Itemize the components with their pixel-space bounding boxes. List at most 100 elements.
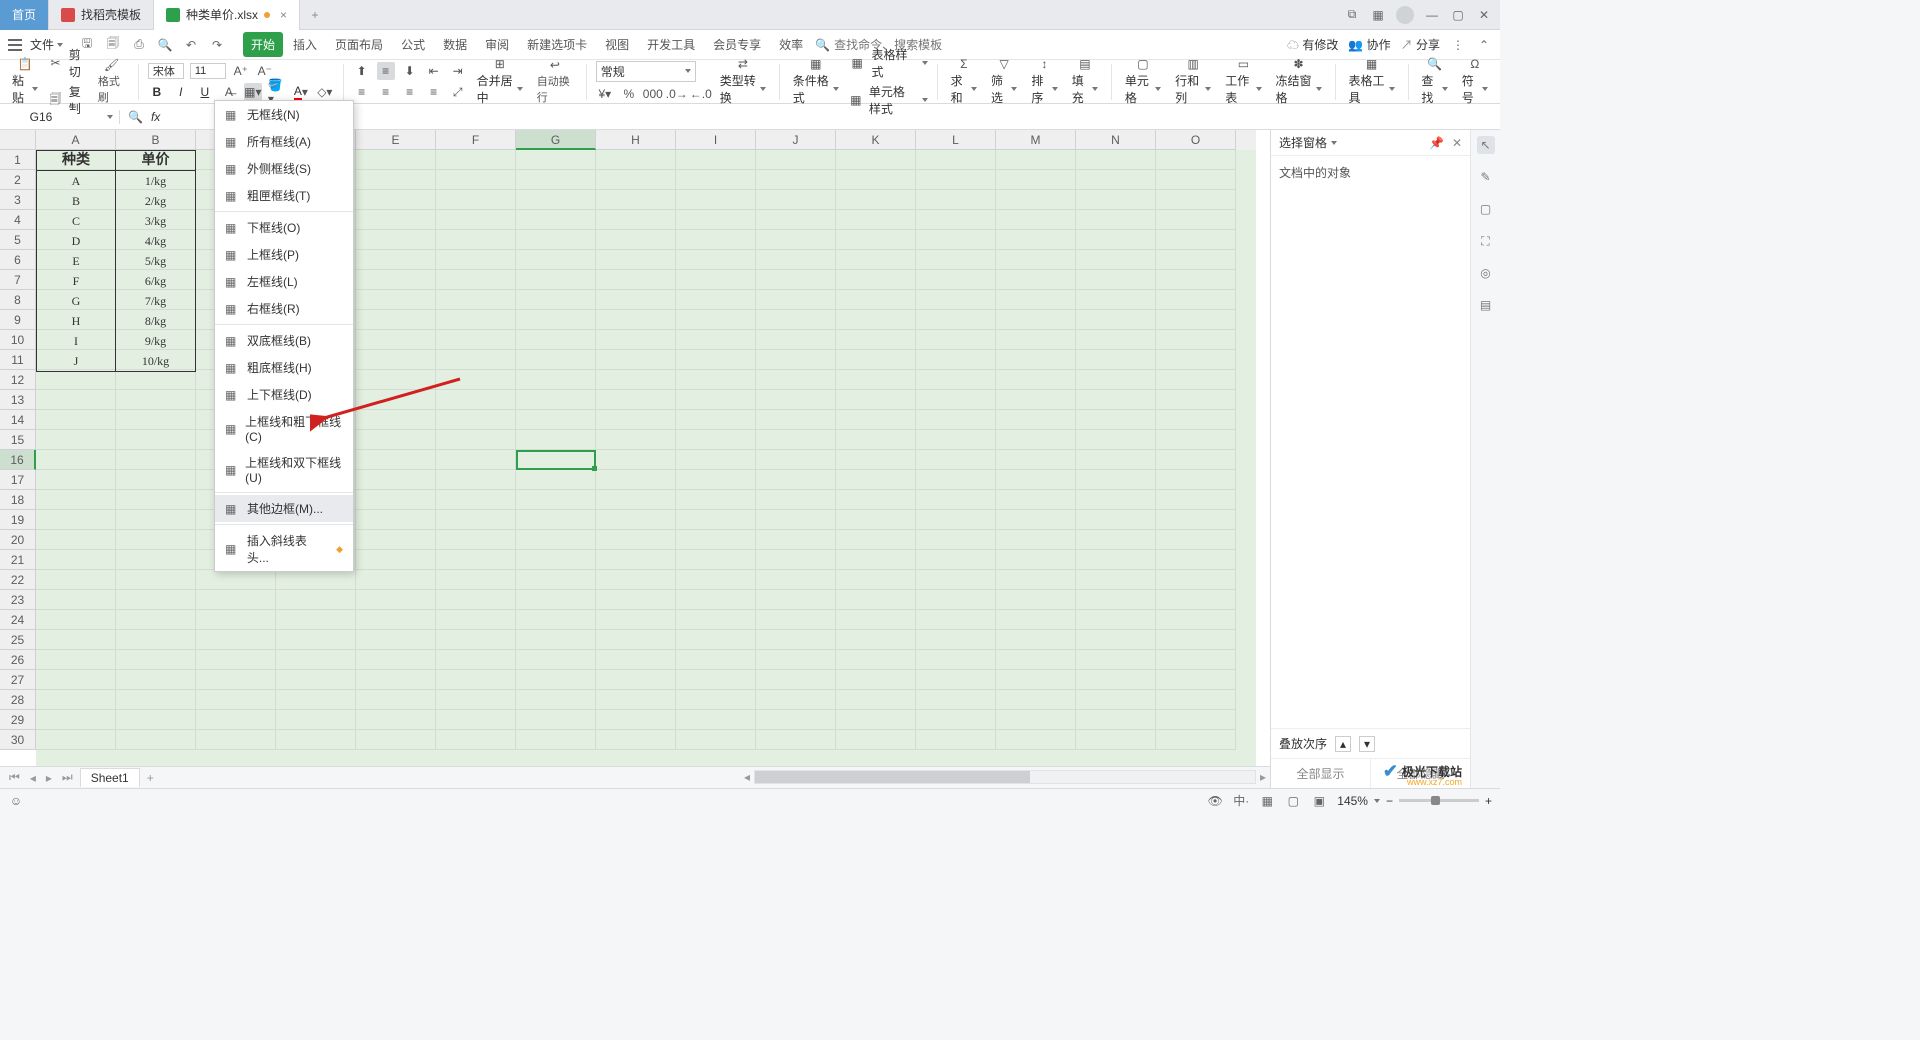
zoom-out-icon[interactable]: −	[1386, 794, 1393, 808]
align-mid-icon[interactable]: ≡	[377, 62, 395, 80]
tabletools-button[interactable]: ▦表格工具	[1344, 62, 1398, 101]
tab-dev[interactable]: 开发工具	[639, 32, 703, 57]
row-header-26[interactable]: 26	[0, 650, 36, 670]
border-option[interactable]: ▦外侧框线(S)	[215, 155, 353, 182]
sum-button[interactable]: Σ求和	[947, 62, 981, 101]
row-header-3[interactable]: 3	[0, 190, 36, 210]
col-header-K[interactable]: K	[836, 130, 916, 150]
row-header-30[interactable]: 30	[0, 730, 36, 750]
copy-icon[interactable]: 🗐	[48, 91, 62, 109]
row-header-14[interactable]: 14	[0, 410, 36, 430]
hscroll[interactable]: ◂▸	[740, 766, 1270, 788]
row-header-27[interactable]: 27	[0, 670, 36, 690]
row-header-11[interactable]: 11	[0, 350, 36, 370]
new-tab-button[interactable]: +	[300, 8, 330, 22]
cellstyle-label[interactable]: 单元格样式	[869, 83, 916, 117]
avatar-icon[interactable]	[1396, 6, 1414, 24]
undo-icon[interactable]: ↶	[183, 37, 199, 53]
border-dropdown[interactable]: ▦无框线(N)▦所有框线(A)▦外侧框线(S)▦粗匣框线(T)▦下框线(O)▦上…	[214, 100, 354, 572]
cut-icon[interactable]: ✂	[48, 54, 62, 72]
row-header-22[interactable]: 22	[0, 570, 36, 590]
typeconv-button[interactable]: ⇄类型转换	[716, 62, 770, 101]
sort-button[interactable]: ↕排序	[1027, 62, 1061, 101]
cellstyle-icon[interactable]: ▦	[849, 91, 863, 109]
border-option[interactable]: ▦左框线(L)	[215, 268, 353, 295]
row-header-20[interactable]: 20	[0, 530, 36, 550]
fillcolor-icon[interactable]: 🪣▾	[268, 83, 286, 101]
align-left-icon[interactable]: ≡	[353, 83, 371, 101]
more-icon[interactable]: ⋮	[1450, 37, 1466, 53]
tab-insert[interactable]: 插入	[285, 32, 325, 57]
tablestyle-icon[interactable]: ▦	[849, 54, 866, 72]
zoom-value[interactable]: 145%	[1337, 794, 1368, 808]
col-header-G[interactable]: G	[516, 130, 596, 150]
row-header-18[interactable]: 18	[0, 490, 36, 510]
cloud-changes[interactable]: ☁ 有修改	[1287, 36, 1338, 53]
order-down-icon[interactable]: ▾	[1359, 736, 1375, 752]
symbol-button[interactable]: Ω符号	[1458, 62, 1492, 101]
view1-icon[interactable]: ▦	[1259, 793, 1275, 809]
strike-icon[interactable]: A̶	[220, 83, 238, 101]
book-icon[interactable]: ▤	[1477, 296, 1495, 314]
col-header-O[interactable]: O	[1156, 130, 1236, 150]
row-header-9[interactable]: 9	[0, 310, 36, 330]
fx-icon[interactable]: fx	[151, 110, 160, 124]
italic-icon[interactable]: I	[172, 83, 190, 101]
font-name[interactable]	[148, 63, 184, 79]
tab-start[interactable]: 开始	[243, 32, 283, 57]
orientation-icon[interactable]: ⤢	[449, 83, 467, 101]
underline-icon[interactable]: U	[196, 83, 214, 101]
zoom-fn-icon[interactable]: 🔍	[128, 110, 143, 124]
row-header-8[interactable]: 8	[0, 290, 36, 310]
comma-icon[interactable]: 000	[644, 85, 662, 103]
close-window-icon[interactable]: ✕	[1476, 7, 1492, 23]
view3-icon[interactable]: ▣	[1311, 793, 1327, 809]
row-header-28[interactable]: 28	[0, 690, 36, 710]
target-icon[interactable]: ◎	[1477, 264, 1495, 282]
rowcol-button[interactable]: ▥行和列	[1171, 62, 1215, 101]
sheet-prev-icon[interactable]: ◂	[27, 771, 39, 785]
condf-button[interactable]: ▦条件格式	[789, 62, 843, 101]
save-as-icon[interactable]: 🗐	[105, 37, 121, 53]
tab-layout[interactable]: 页面布局	[327, 32, 391, 57]
print-icon[interactable]: ⎙	[131, 37, 147, 53]
sheet[interactable]: ABCDEFGHIJKLMNO 123456789101112131415161…	[0, 130, 1270, 788]
layout-icon[interactable]: ⧉	[1344, 7, 1360, 23]
col-header-A[interactable]: A	[36, 130, 116, 150]
row-header-12[interactable]: 12	[0, 370, 36, 390]
border-option[interactable]: ▦无框线(N)	[215, 101, 353, 128]
sheet-button[interactable]: ▭工作表	[1221, 62, 1265, 101]
row-header-13[interactable]: 13	[0, 390, 36, 410]
row-headers[interactable]: 1234567891011121314151617181920212223242…	[0, 150, 36, 750]
col-header-J[interactable]: J	[756, 130, 836, 150]
tab-view[interactable]: 视图	[597, 32, 637, 57]
name-box[interactable]	[0, 110, 120, 124]
font-size[interactable]	[190, 63, 226, 79]
dec-inc-icon[interactable]: .0→	[668, 85, 686, 103]
row-header-5[interactable]: 5	[0, 230, 36, 250]
border-icon[interactable]: ▦▾	[244, 83, 262, 101]
row-header-19[interactable]: 19	[0, 510, 36, 530]
row-header-15[interactable]: 15	[0, 430, 36, 450]
pane-close-icon[interactable]: ✕	[1452, 136, 1462, 150]
align-top-icon[interactable]: ⬆	[353, 62, 371, 80]
sheet-next-icon[interactable]: ▸	[43, 771, 55, 785]
dec-dec-icon[interactable]: ←.0	[692, 85, 710, 103]
border-option[interactable]: ▦粗底框线(H)	[215, 354, 353, 381]
cursor-icon[interactable]: ↖	[1477, 136, 1495, 154]
indent-inc-icon[interactable]: ⇥	[449, 62, 467, 80]
tab-custom[interactable]: 新建选项卡	[519, 32, 595, 57]
redo-icon[interactable]: ↷	[209, 37, 225, 53]
row-header-10[interactable]: 10	[0, 330, 36, 350]
add-sheet-icon[interactable]: +	[144, 771, 157, 785]
zoom-control[interactable]: 145% − +	[1337, 794, 1492, 808]
border-option[interactable]: ▦双底框线(B)	[215, 327, 353, 354]
apps-icon[interactable]: ▦	[1370, 7, 1386, 23]
col-header-L[interactable]: L	[916, 130, 996, 150]
pane-caret-icon[interactable]	[1331, 141, 1337, 145]
shape-icon[interactable]: ▢	[1477, 200, 1495, 218]
collapse-icon[interactable]: ⌃	[1476, 37, 1492, 53]
percent-icon[interactable]: %	[620, 85, 638, 103]
pen-icon[interactable]: ✎	[1477, 168, 1495, 186]
tab-templates[interactable]: 找稻壳模板	[49, 0, 154, 30]
